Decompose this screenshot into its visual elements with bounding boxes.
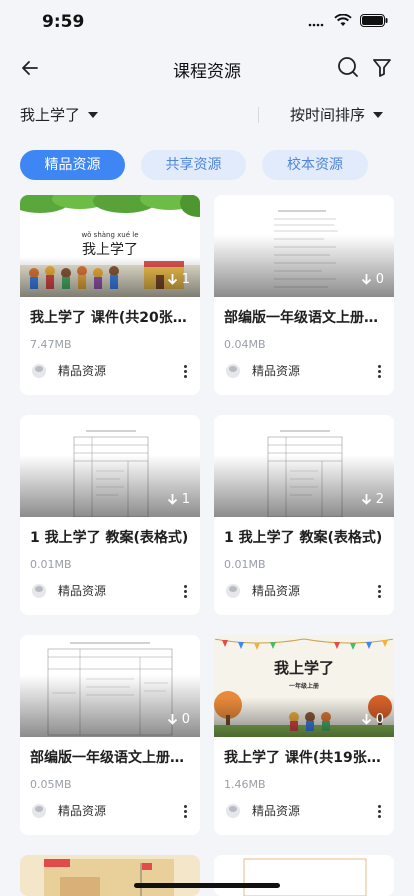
resource-card[interactable]: 我上学了 一年级上册 0 我上学了 课件(共19张P… 1.46MB 精品资源 <box>214 635 394 835</box>
resource-title: 部编版一年级语文上册… <box>30 750 184 766</box>
resource-size: 1.46MB <box>224 778 266 791</box>
resource-card[interactable]: 2 1 我上学了 教案(表格式) 0.01MB 精品资源 <box>214 415 394 615</box>
tab-premium-resources[interactable]: 精品资源 <box>20 150 125 180</box>
thumb-title: 我上学了 <box>273 659 334 677</box>
resource-thumbnail: 2 <box>214 415 394 517</box>
download-icon <box>167 713 177 725</box>
avatar <box>226 803 240 818</box>
thumb-subtitle: 一年级上册 <box>288 683 319 690</box>
resource-size: 0.01MB <box>30 558 72 571</box>
resource-card[interactable]: 0 部编版一年级语文上册… 0.05MB 精品资源 <box>20 635 200 835</box>
caret-down-icon <box>373 111 384 118</box>
download-count: 1 <box>167 492 190 507</box>
download-icon <box>361 493 371 505</box>
resource-thumbnail: 我上学了 一年级上册 0 <box>214 635 394 737</box>
download-icon <box>167 273 177 285</box>
lesson-filter-dropdown[interactable]: 我上学了 <box>20 104 99 125</box>
download-count: 0 <box>361 272 384 287</box>
resource-owner: 精品资源 <box>226 802 300 819</box>
battery-icon <box>360 14 388 27</box>
signal-icon <box>308 23 324 26</box>
resource-card[interactable]: wǒ shàng xué le 我上学了 1 我上学了 课件(共20张P… 7.… <box>20 195 200 395</box>
download-icon <box>361 713 371 725</box>
download-icon <box>361 273 371 285</box>
resource-card[interactable] <box>20 855 200 896</box>
owner-name: 精品资源 <box>58 364 107 378</box>
download-count: 0 <box>361 712 384 727</box>
resource-owner: 精品资源 <box>32 362 106 379</box>
nav-bar: 课程资源 <box>0 46 414 90</box>
resource-title: 我上学了 课件(共20张P… <box>30 310 192 326</box>
resource-title: 1 我上学了 教案(表格式) <box>224 530 383 546</box>
resource-size: 7.47MB <box>30 338 72 351</box>
avatar <box>32 583 46 598</box>
tab-shared-resources[interactable]: 共享资源 <box>141 150 246 180</box>
more-options-icon[interactable] <box>378 585 382 599</box>
filter-icon[interactable] <box>370 55 394 79</box>
search-icon[interactable] <box>336 55 360 79</box>
filter-divider <box>258 107 259 123</box>
status-bar: 9:59 <box>0 0 414 46</box>
avatar <box>226 583 240 598</box>
resource-card[interactable] <box>214 855 394 896</box>
download-icon <box>167 493 177 505</box>
more-options-icon[interactable] <box>184 805 188 819</box>
resource-size: 0.04MB <box>224 338 266 351</box>
resource-size: 0.01MB <box>224 558 266 571</box>
resource-card[interactable]: 0 部编版一年级语文上册… 0.04MB 精品资源 <box>214 195 394 395</box>
resource-title: 1 我上学了 教案(表格式) <box>30 530 189 546</box>
sort-label: 按时间排序 <box>290 106 366 124</box>
resource-thumbnail: 0 <box>214 195 394 297</box>
resource-title: 我上学了 课件(共19张P… <box>224 750 386 766</box>
filter-row: 我上学了 按时间排序 <box>0 96 414 132</box>
wifi-icon <box>334 14 352 26</box>
resource-size: 0.05MB <box>30 778 72 791</box>
resource-thumbnail: wǒ shàng xué le 我上学了 1 <box>20 195 200 297</box>
status-icons <box>308 14 388 27</box>
resource-card[interactable]: 1 1 我上学了 教案(表格式) 0.01MB 精品资源 <box>20 415 200 615</box>
download-count: 1 <box>167 272 190 287</box>
lesson-filter-label: 我上学了 <box>20 106 81 124</box>
resource-owner: 精品资源 <box>32 802 106 819</box>
home-indicator <box>134 883 280 888</box>
more-options-icon[interactable] <box>184 585 188 599</box>
document-preview <box>214 855 394 896</box>
resource-title: 部编版一年级语文上册… <box>224 310 378 326</box>
status-time: 9:59 <box>42 12 85 32</box>
resource-owner: 精品资源 <box>226 362 300 379</box>
sort-dropdown[interactable]: 按时间排序 <box>290 104 384 125</box>
more-options-icon[interactable] <box>378 365 382 379</box>
owner-name: 精品资源 <box>252 364 301 378</box>
download-count: 2 <box>361 492 384 507</box>
download-count: 0 <box>167 712 190 727</box>
resource-thumbnail: 1 <box>20 415 200 517</box>
caret-down-icon <box>88 111 99 118</box>
resource-owner: 精品资源 <box>226 582 300 599</box>
avatar <box>32 363 46 378</box>
owner-name: 精品资源 <box>252 804 301 818</box>
thumb-title: 我上学了 <box>82 242 138 258</box>
more-options-icon[interactable] <box>184 365 188 379</box>
avatar <box>32 803 46 818</box>
resource-thumbnail: 0 <box>20 635 200 737</box>
courseware-cover-image <box>20 855 200 896</box>
owner-name: 精品资源 <box>252 584 301 598</box>
resource-owner: 精品资源 <box>32 582 106 599</box>
tab-school-resources[interactable]: 校本资源 <box>262 150 368 180</box>
thumb-pinyin: wǒ shàng xué le <box>81 231 139 239</box>
owner-name: 精品资源 <box>58 804 107 818</box>
owner-name: 精品资源 <box>58 584 107 598</box>
avatar <box>226 363 240 378</box>
more-options-icon[interactable] <box>378 805 382 819</box>
